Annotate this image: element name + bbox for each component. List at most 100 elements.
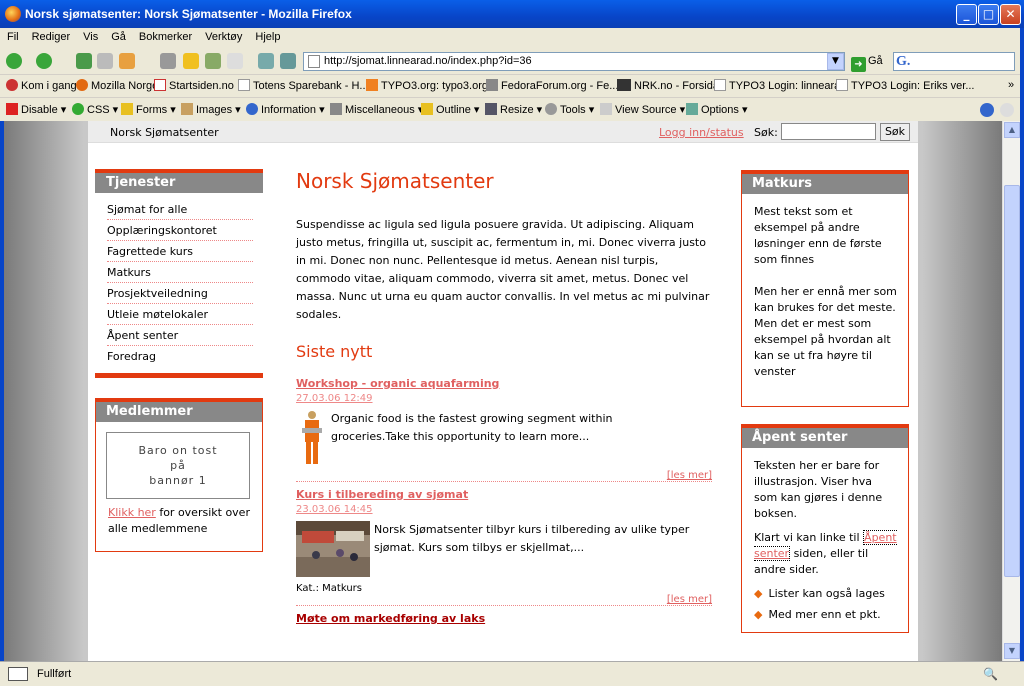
nav-item-utleie-motelokaler[interactable]: Utleie møtelokaler (107, 304, 253, 325)
google-icon: G. (896, 54, 911, 69)
window-icon[interactable] (280, 53, 296, 69)
url-bar[interactable]: http://sjomat.linnearad.no/index.php?id=… (303, 52, 845, 71)
news-title[interactable]: Workshop - organic aquafarming (296, 377, 712, 390)
dev-css-menu[interactable]: CSS ▾ (72, 103, 118, 116)
copy-icon[interactable] (227, 53, 243, 69)
read-more-link[interactable]: [les mer] (296, 470, 712, 481)
back-icon[interactable] (6, 53, 22, 69)
web-developer-toolbar: Disable ▾ CSS ▾ Forms ▾ Images ▾ Informa… (0, 97, 1024, 121)
bookmark-item[interactable]: Totens Sparebank - H... (238, 79, 369, 92)
screen-icon[interactable] (258, 53, 274, 69)
apent-senter-box: Åpent senter Teksten her er bare for ill… (741, 424, 909, 633)
menu-hjelp[interactable]: Hjelp (248, 28, 286, 43)
nav-item-foredrag[interactable]: Foredrag (107, 346, 253, 367)
go-button[interactable]: ➜ Gå (851, 52, 883, 72)
news-summary: Organic food is the fastest growing segm… (331, 412, 613, 443)
status-text: Fullført (37, 668, 72, 680)
site-name: Norsk Sjømatsenter (110, 126, 219, 139)
member-banner[interactable]: Baro on tost på bannør 1 (106, 432, 250, 499)
menu-bokmerker[interactable]: Bokmerker (132, 28, 198, 43)
dev-forms-menu[interactable]: Forms ▾ (121, 103, 176, 116)
bookmark-item[interactable]: Kom i gang (6, 79, 77, 92)
menu-vis[interactable]: Vis (76, 28, 104, 43)
dev-outline-menu[interactable]: Outline ▾ (421, 103, 479, 116)
bookmark-item[interactable]: TYPO3 Login: linnearad (714, 79, 846, 92)
nav-item-sjomat-for-alle[interactable]: Sjømat for alle (107, 199, 253, 220)
url-dropdown-button[interactable]: ▼ (827, 53, 844, 70)
typo3-icon (366, 79, 378, 91)
news-date[interactable]: 27.03.06 12:49 (296, 393, 712, 404)
validate-check-icon[interactable] (980, 103, 994, 117)
downloads-icon[interactable] (205, 53, 221, 69)
members-link[interactable]: Klikk her (108, 506, 156, 519)
read-more-link[interactable]: [les mer] (296, 594, 712, 605)
main-content: Norsk Sjømatsenter Suspendisse ac ligula… (296, 169, 712, 625)
apent-list: ◆ Lister kan også lages ◆ Med mer enn et p… (754, 586, 898, 623)
menu-ga[interactable]: Gå (104, 28, 132, 43)
bookmarks-overflow-chevron-icon[interactable]: » (1008, 79, 1014, 91)
scroll-up-icon[interactable]: ▲ (1004, 122, 1020, 138)
window-titlebar: Norsk sjømatsenter: Norsk Sjømatsenter -… (0, 0, 1024, 28)
close-button[interactable]: ✕ (1000, 4, 1021, 25)
forms-icon (121, 103, 133, 115)
status-monitor-icon (8, 667, 28, 681)
dev-disable-menu[interactable]: Disable ▾ (6, 103, 66, 116)
dev-resize-menu[interactable]: Resize ▾ (485, 103, 542, 116)
magnifier-icon[interactable]: 🔍 (983, 667, 998, 681)
scroll-down-icon[interactable]: ▼ (1004, 643, 1020, 659)
menu-rediger[interactable]: Rediger (25, 28, 77, 43)
maximize-button[interactable]: □ (978, 4, 999, 25)
apent-senter-heading: Åpent senter (742, 428, 908, 448)
vertical-scrollbar[interactable]: ▲ ▼ (1002, 121, 1020, 661)
bookmark-item[interactable]: TYPO3.org: typo3.org (366, 79, 488, 92)
dev-tools-menu[interactable]: Tools ▾ (545, 103, 594, 116)
print-icon[interactable] (160, 53, 176, 69)
apent-text-2: Klart vi kan linke til Åpent senter side… (754, 530, 897, 576)
members-heading: Medlemmer (96, 402, 262, 422)
scroll-thumb[interactable] (1004, 185, 1020, 577)
nav-item-fagrettede-kurs[interactable]: Fagrettede kurs (107, 241, 253, 262)
reload-icon[interactable] (76, 53, 92, 69)
bullet-icon: ◆ (754, 608, 763, 621)
bookmark-item[interactable]: NRK.no - Forsida (617, 79, 719, 92)
web-page: Norsk Sjømatsenter Logg inn/status Søk: … (88, 121, 918, 661)
bookmark-star-icon[interactable] (183, 53, 199, 69)
menu-verktoy[interactable]: Verktøy (198, 28, 248, 43)
disable-icon (6, 103, 18, 115)
matkurs-text-1: Mest tekst som et eksempel på andre løsn… (754, 205, 882, 266)
bookmark-item[interactable]: TYPO3 Login: Eriks ver... (836, 79, 975, 92)
nav-item-prosjektveiledning[interactable]: Prosjektveiledning (107, 283, 253, 304)
dev-images-menu[interactable]: Images ▾ (181, 103, 241, 116)
nav-item-matkurs[interactable]: Matkurs (107, 262, 253, 283)
dev-misc-menu[interactable]: Miscellaneous ▾ (330, 103, 423, 116)
news-title[interactable]: Kurs i tilbereding av sjømat (296, 488, 712, 501)
bookmark-item[interactable]: Mozilla Norge (76, 79, 158, 92)
news-date[interactable]: 23.03.06 14:45 (296, 504, 712, 515)
status-bar: Fullført 🔍 (0, 661, 1024, 686)
dev-information-menu[interactable]: Information ▾ (246, 103, 325, 116)
news-title[interactable]: Møte om markedføring av laks (296, 612, 712, 625)
news-item: Møte om markedføring av laks (296, 612, 712, 625)
matkurs-box: Matkurs Mest tekst som et eksempel på an… (741, 170, 909, 407)
stop-icon[interactable] (97, 53, 113, 69)
abc-icon (154, 79, 166, 91)
bookmark-item[interactable]: FedoraForum.org - Fe... (486, 79, 618, 92)
images-icon (181, 103, 193, 115)
search-input[interactable] (781, 123, 876, 140)
home-icon[interactable] (119, 53, 135, 69)
dev-viewsource-menu[interactable]: View Source ▾ (600, 103, 685, 116)
nrk-icon (617, 79, 631, 91)
google-search-box[interactable]: G. (893, 52, 1015, 71)
info-icon[interactable] (1000, 103, 1014, 117)
nav-item-apent-senter[interactable]: Åpent senter (107, 325, 253, 346)
left-nav: Tjenester Sjømat for alle Opplæringskont… (95, 169, 263, 378)
nav-item-opplaeringskontoret[interactable]: Opplæringskontoret (107, 220, 253, 241)
login-link[interactable]: Logg inn/status (659, 126, 744, 139)
forward-icon[interactable] (36, 53, 52, 69)
bookmark-item[interactable]: Startsiden.no (154, 79, 234, 92)
search-button[interactable]: Søk (880, 123, 910, 141)
minimize-button[interactable]: _ (956, 4, 977, 25)
news-heading: Siste nytt (296, 342, 373, 361)
dev-options-menu[interactable]: Options ▾ (686, 103, 748, 116)
menu-fil[interactable]: Fil (0, 28, 25, 43)
